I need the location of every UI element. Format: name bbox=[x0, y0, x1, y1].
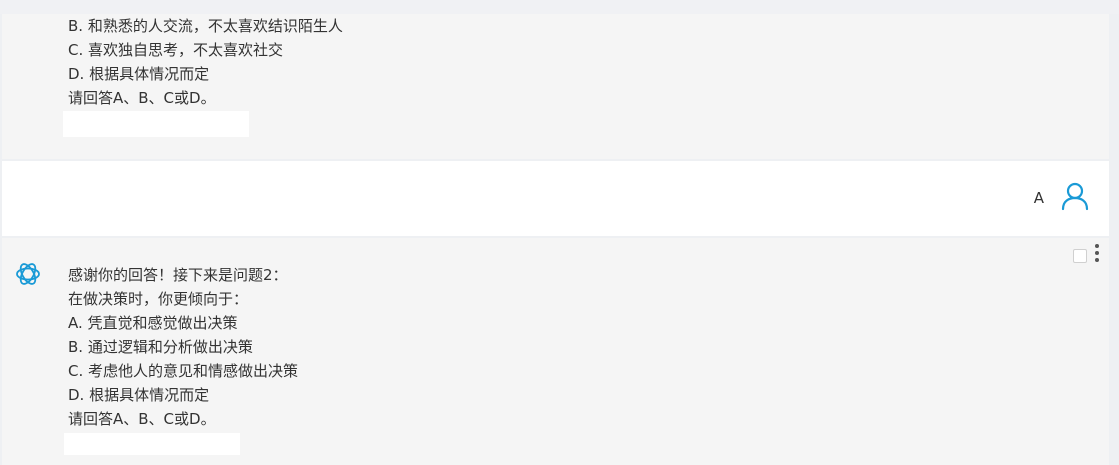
user-avatar-icon bbox=[1061, 181, 1089, 211]
message-line: 感谢你的回答！接下来是问题2： bbox=[68, 266, 288, 284]
message-line: 在做决策时，你更倾向于： bbox=[68, 290, 249, 308]
message-line: B. 通过逻辑和分析做出决策 bbox=[68, 338, 253, 356]
user-message-text: A bbox=[1033, 189, 1044, 207]
message-line: A. 凭直觉和感觉做出决策 bbox=[68, 314, 238, 332]
message-content: 感谢你的回答！接下来是问题2： 在做决策时，你更倾向于： A. 凭直觉和感觉做出… bbox=[68, 263, 298, 431]
more-vertical-icon[interactable] bbox=[1093, 244, 1101, 266]
ai-message: B. 和熟悉的人交流，不太喜欢结识陌生人 C. 喜欢独自思考，不太喜欢社交 D.… bbox=[2, 14, 1109, 159]
user-message: A bbox=[2, 161, 1109, 236]
message-footer-box bbox=[63, 111, 249, 137]
top-strip bbox=[0, 0, 1119, 14]
message-line: B. 和熟悉的人交流，不太喜欢结识陌生人 bbox=[68, 17, 343, 35]
ai-message: 感谢你的回答！接下来是问题2： 在做决策时，你更倾向于： A. 凭直觉和感觉做出… bbox=[2, 238, 1109, 465]
message-line: D. 根据具体情况而定 bbox=[68, 386, 210, 404]
message-content: B. 和熟悉的人交流，不太喜欢结识陌生人 C. 喜欢独自思考，不太喜欢社交 D.… bbox=[68, 14, 343, 110]
message-line: C. 喜欢独自思考，不太喜欢社交 bbox=[68, 41, 284, 59]
message-line: D. 根据具体情况而定 bbox=[68, 65, 210, 83]
message-line: 请回答A、B、C或D。 bbox=[68, 410, 216, 428]
openai-logo-icon bbox=[13, 259, 43, 289]
message-line: C. 考虑他人的意见和情感做出决策 bbox=[68, 362, 299, 380]
message-footer-box bbox=[64, 433, 240, 455]
message-line: 请回答A、B、C或D。 bbox=[68, 89, 216, 107]
select-message-checkbox[interactable] bbox=[1073, 249, 1087, 263]
